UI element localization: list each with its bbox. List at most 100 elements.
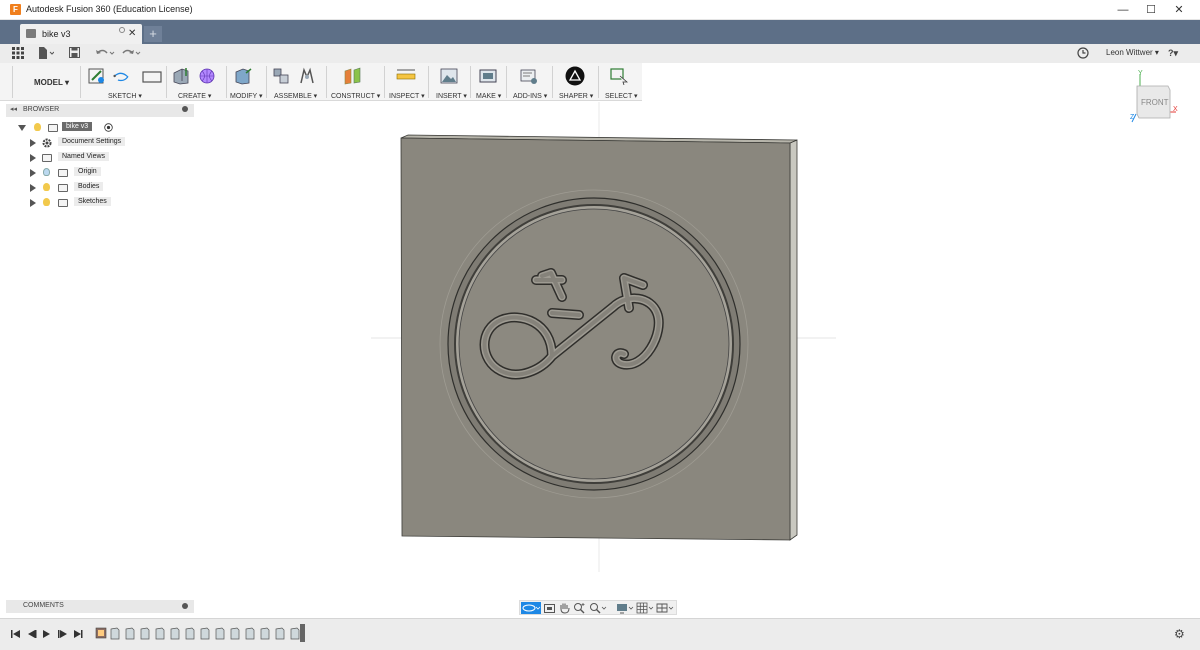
measure-icon[interactable] — [396, 67, 416, 85]
assemble-menu[interactable]: ASSEMBLE ▾ — [274, 92, 317, 100]
display-settings-icon[interactable] — [616, 602, 634, 614]
pan-hand-icon[interactable] — [558, 602, 571, 614]
modify-menu[interactable]: MODIFY ▾ — [230, 92, 263, 100]
minimize-button[interactable]: — — [1108, 0, 1138, 20]
construct-menu[interactable]: CONSTRUCT ▾ — [331, 92, 380, 100]
user-account-menu[interactable]: Leon Wittwer ▾ — [1106, 48, 1159, 57]
viewcube-face-label[interactable]: FRONT — [1141, 98, 1169, 107]
expand-toggle-icon[interactable] — [30, 139, 36, 147]
undo-icon[interactable] — [95, 48, 115, 58]
fit-zoom-icon[interactable] — [589, 602, 607, 614]
create-menu[interactable]: CREATE ▾ — [178, 92, 211, 100]
add-comment-icon[interactable] — [182, 603, 188, 609]
expand-toggle-icon[interactable] — [30, 169, 36, 177]
extrude-icon[interactable] — [172, 67, 190, 85]
scripts-addins-icon[interactable] — [520, 67, 538, 85]
browser-header[interactable]: ◂◂ BROWSER — [6, 104, 194, 117]
close-window-button[interactable]: ✕ — [1164, 0, 1194, 20]
ribbon-divider — [226, 66, 227, 98]
component-icon — [48, 124, 58, 132]
insert-menu[interactable]: INSERT ▾ — [436, 92, 467, 100]
ribbon-divider — [598, 66, 599, 98]
expand-toggle-icon[interactable] — [30, 199, 36, 207]
ribbon-divider — [552, 66, 553, 98]
select-menu[interactable]: SELECT ▾ — [605, 92, 638, 100]
job-status-clock-icon[interactable] — [1077, 47, 1089, 59]
tree-item-label: Document Settings — [58, 137, 126, 146]
create-form-icon[interactable] — [198, 67, 216, 85]
joint-icon[interactable] — [298, 67, 316, 85]
ribbon-divider — [384, 66, 385, 98]
tree-item-named-views[interactable]: Named Views — [30, 152, 170, 165]
step-forward-icon — [58, 630, 67, 638]
tree-item-bodies[interactable]: Bodies — [30, 182, 170, 195]
pin-panel-icon[interactable] — [182, 106, 188, 112]
shaper-menu[interactable]: SHAPER ▾ — [559, 92, 593, 100]
viewports-icon[interactable] — [656, 602, 674, 614]
visibility-bulb-icon[interactable] — [34, 123, 41, 131]
maximize-button[interactable]: ☐ — [1136, 0, 1166, 20]
tree-item-document-settings[interactable]: Document Settings — [30, 137, 170, 150]
expand-toggle-icon[interactable] — [30, 184, 36, 192]
press-pull-icon[interactable] — [234, 67, 252, 85]
quick-access-bar: Leon Wittwer ▾ ?▾ — [0, 44, 1200, 63]
orbit-icon[interactable] — [521, 602, 541, 614]
tab-label: bike v3 — [42, 29, 71, 39]
timeline-marker[interactable] — [300, 624, 305, 642]
ribbon-divider — [80, 66, 81, 98]
tab-close-icon[interactable]: ✕ — [128, 28, 136, 39]
zoom-icon[interactable] — [573, 602, 586, 614]
expand-toggle-icon[interactable] — [18, 125, 26, 131]
visibility-bulb-off-icon[interactable] — [43, 168, 50, 176]
offset-plane-icon[interactable] — [343, 67, 363, 85]
go-to-start-icon — [11, 630, 20, 638]
axis-label-z: Z — [1130, 114, 1135, 121]
visibility-bulb-icon[interactable] — [43, 198, 50, 206]
tree-item-label: Named Views — [58, 152, 110, 161]
viewcube[interactable]: FRONT Y Z X — [1128, 70, 1178, 126]
help-menu-button[interactable]: ?▾ — [1168, 46, 1178, 61]
file-menu-icon[interactable] — [38, 47, 54, 59]
visibility-bulb-icon[interactable] — [43, 183, 50, 191]
folder-icon — [42, 154, 52, 162]
3d-print-icon[interactable] — [479, 67, 497, 85]
canvas-viewport[interactable] — [196, 102, 1200, 612]
model-canvas[interactable] — [196, 102, 1200, 612]
tree-root-label: bike v3 — [62, 122, 93, 131]
new-component-icon[interactable] — [272, 67, 290, 85]
insert-image-icon[interactable] — [440, 67, 458, 85]
create-sketch-icon[interactable] — [88, 67, 106, 85]
add-ins-menu[interactable]: ADD-INS ▾ — [513, 92, 547, 100]
make-menu[interactable]: MAKE ▾ — [476, 92, 501, 100]
collapse-panel-icon[interactable]: ◂◂ — [10, 105, 17, 113]
shaper-logo-icon[interactable] — [565, 66, 585, 86]
activate-component-icon[interactable] — [104, 123, 113, 132]
inspect-menu[interactable]: INSPECT ▾ — [389, 92, 425, 100]
ribbon-divider — [12, 66, 13, 98]
line-icon[interactable] — [113, 67, 131, 85]
look-at-icon[interactable] — [543, 602, 556, 614]
toolbar-ribbon: MODEL ▾ SKETCH ▾ CREATE ▾ MODIFY ▾ ASSEM… — [0, 63, 642, 101]
tree-item-origin[interactable]: Origin — [30, 167, 170, 180]
timeline-playback-controls — [11, 630, 83, 638]
grid-settings-icon[interactable] — [636, 602, 654, 614]
tab-bike-v3[interactable]: bike v3 ✕ — [20, 24, 142, 44]
new-tab-button[interactable]: + — [144, 26, 162, 42]
sketch-menu[interactable]: SKETCH ▾ — [108, 92, 142, 100]
timeline-settings-gear-icon[interactable]: ⚙ — [1174, 627, 1185, 641]
axis-label-x: X — [1173, 106, 1178, 113]
select-icon[interactable] — [610, 67, 628, 85]
comments-panel[interactable]: COMMENTS — [6, 600, 194, 613]
tree-root-row[interactable]: bike v3 — [18, 122, 138, 135]
data-panel-grid-icon[interactable] — [12, 47, 24, 59]
rectangle-icon[interactable] — [142, 67, 162, 85]
folder-icon — [58, 199, 68, 207]
timeline-features[interactable] — [95, 627, 305, 641]
workspace-switcher[interactable]: MODEL ▾ — [34, 78, 69, 87]
expand-toggle-icon[interactable] — [30, 154, 36, 162]
redo-icon[interactable] — [121, 48, 141, 58]
tree-item-sketches[interactable]: Sketches — [30, 197, 170, 210]
save-icon[interactable] — [69, 47, 80, 58]
folder-icon — [58, 184, 68, 192]
tree-item-label: Sketches — [74, 197, 111, 206]
